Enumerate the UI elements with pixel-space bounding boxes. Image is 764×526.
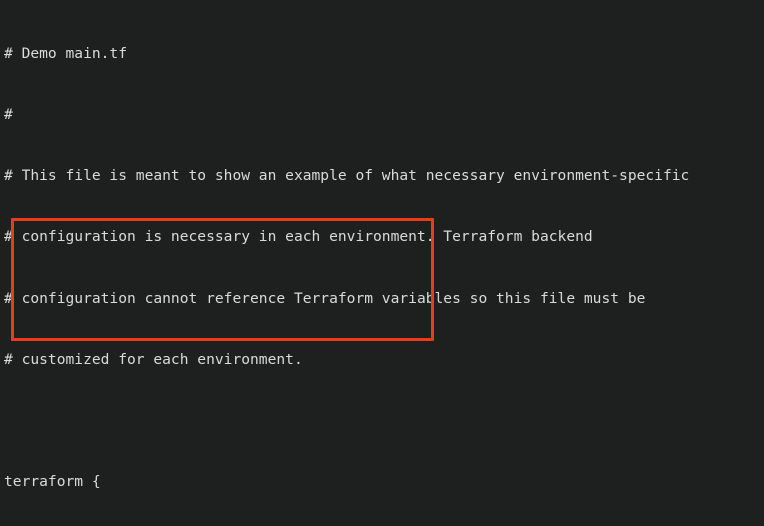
code-line: #: [4, 106, 13, 124]
code-line: # This file is meant to show an example …: [4, 167, 690, 185]
code-line: # configuration cannot reference Terrafo…: [4, 289, 646, 307]
code-line: terraform {: [4, 473, 101, 491]
terminal-editor-screen: # Demo main.tf # # This file is meant to…: [0, 0, 764, 526]
code-content: # Demo main.tf # # This file is meant to…: [0, 3, 764, 526]
code-line: # Demo main.tf: [4, 44, 128, 62]
code-line: # configuration is necessary in each env…: [4, 228, 593, 246]
code-line: # customized for each environment.: [4, 350, 303, 368]
